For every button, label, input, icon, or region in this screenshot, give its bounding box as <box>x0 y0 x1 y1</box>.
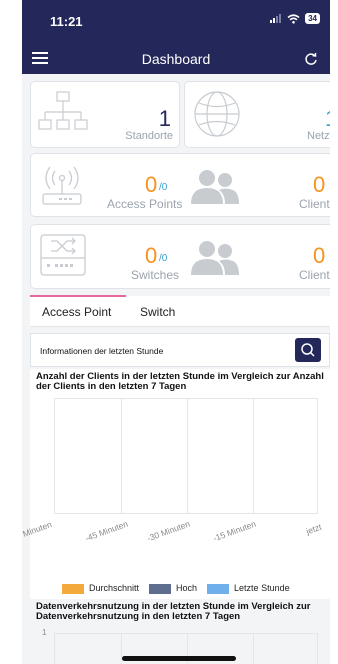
chart-legend: Durchschnitt Hoch Letzte Stunde <box>62 583 290 594</box>
users-icon <box>191 170 239 204</box>
standorte-count: 1 <box>158 106 171 131</box>
globe-icon <box>194 91 240 137</box>
grid-line <box>187 399 188 513</box>
traffic-chart-title: Datenverkehrsnutzung in der letzten Stun… <box>36 601 311 622</box>
tab-bar: Access Point Switch <box>29 295 330 327</box>
grid-line <box>121 399 122 513</box>
switch-clients-label: Clients <box>299 268 330 282</box>
legend-swatch <box>62 583 84 594</box>
status-time: 11:21 <box>50 14 83 29</box>
legend-swatch <box>207 583 230 594</box>
battery-indicator: 34 <box>305 13 320 24</box>
switches-count: 0 <box>145 243 158 268</box>
ap-clients-count: 0 <box>313 172 326 197</box>
info-panel: Informationen der letzten Stunde <box>30 333 330 367</box>
netzwerke-card[interactable]: 1 Netzwerke <box>184 81 330 148</box>
clients-chart-grid <box>54 398 318 514</box>
grid-line <box>253 634 254 664</box>
nav-bar: Dashboard <box>22 44 330 74</box>
tab-switch[interactable]: Switch <box>140 305 175 319</box>
legend-label: Durchschnitt <box>89 583 140 593</box>
legend-item[interactable]: Durchschnitt <box>62 583 139 594</box>
access-points-card[interactable]: 0 /0 Access Points 0 Clients <box>30 153 330 217</box>
search-button[interactable] <box>295 338 321 362</box>
home-indicator <box>122 656 236 661</box>
switches-label: Switches <box>131 268 180 282</box>
standorte-card[interactable]: 1 Standorte <box>30 81 180 148</box>
app-frame: 11:21 34 Dashboard 1 Standorte Netz 0 /0… <box>22 0 330 664</box>
grid-line <box>253 399 254 513</box>
tab-access-point[interactable]: Access Point <box>29 295 127 319</box>
netzwerke-label: Netzwerke <box>307 130 330 142</box>
access-points-count: 0 <box>145 172 158 197</box>
wifi-icon <box>287 13 300 24</box>
search-icon <box>301 343 315 357</box>
standorte-label: Standorte <box>125 130 173 142</box>
clients-chart-title: Anzahl der Clients in der letzten Stunde… <box>36 371 324 392</box>
switches-card[interactable]: 0 /0 Switches 0 Clients <box>30 224 330 289</box>
switches-total: /0 <box>159 253 168 264</box>
legend-swatch <box>149 583 172 594</box>
netzwerke-count: 1 <box>325 106 330 132</box>
status-bar: 11:21 34 <box>22 0 330 44</box>
legend-item[interactable]: Hoch <box>149 583 197 594</box>
access-point-icon <box>42 166 82 205</box>
legend-label: Hoch <box>176 583 198 593</box>
signal-icon <box>270 14 282 23</box>
status-icons: 34 <box>270 13 320 24</box>
info-label: Informationen der letzten Stunde <box>40 346 164 356</box>
access-points-total: /0 <box>159 182 168 193</box>
switch-icon <box>40 234 86 276</box>
access-points-label: Access Points <box>107 197 183 211</box>
refresh-icon[interactable] <box>304 52 318 66</box>
switch-clients-count: 0 <box>313 243 326 268</box>
users-icon <box>191 241 239 275</box>
legend-label: Letzte Stunde <box>234 583 290 593</box>
network-topology-icon <box>38 91 88 130</box>
ap-clients-label: Clients <box>299 197 330 211</box>
legend-item[interactable]: Letzte Stunde <box>207 583 290 594</box>
page-title: Dashboard <box>141 51 211 67</box>
y-tick-label: 1 <box>42 628 47 637</box>
